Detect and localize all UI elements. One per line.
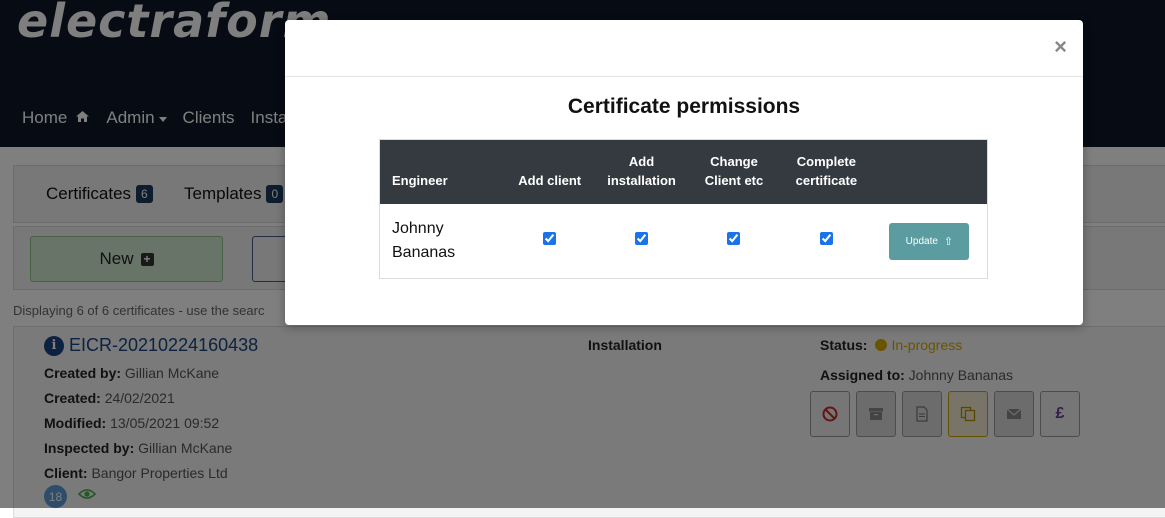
column-header-line: Client etc [704,173,764,188]
column-header-line: Change [710,154,758,169]
add-client-cell [503,204,596,279]
table-row: Johnny Bananas Update ⇧ [380,204,988,279]
column-header-line: Complete [796,154,856,169]
modal-title: Certificate permissions [567,95,801,118]
update-button-label: Update [905,235,938,247]
change-client-cell [687,204,781,279]
complete-certificate-checkbox[interactable] [819,232,833,245]
certificate-permissions-modal: × Certificate permissions Engineer Add c… [285,20,1083,325]
column-header-complete-certificate: Complete certificate [780,139,872,204]
add-installation-cell [596,204,687,279]
close-icon[interactable]: × [1054,36,1067,58]
column-header-line: installation [607,173,676,188]
permissions-table: Engineer Add client Add installation Cha… [379,139,988,279]
complete-certificate-cell [781,204,872,279]
column-header-engineer: Engineer [379,139,504,204]
engineer-last-name: Bananas [392,244,456,261]
change-client-checkbox[interactable] [727,232,741,245]
column-header-change-client: Change Client etc [687,139,781,204]
column-header-line: certificate [795,173,858,188]
engineer-first-name: Johnny [392,220,444,237]
engineer-name-cell: Johnny Bananas [380,204,504,279]
column-header-line: Add [628,154,655,169]
column-header-add-installation: Add installation [596,139,688,204]
column-header-add-client: Add client [503,139,597,204]
column-header-actions [871,139,988,204]
table-header-row: Engineer Add client Add installation Cha… [379,139,988,204]
add-client-checkbox[interactable] [543,232,557,245]
upload-arrow-icon: ⇧ [943,235,954,248]
update-cell: Update ⇧ [872,204,988,279]
update-button[interactable]: Update ⇧ [889,222,970,260]
add-installation-checkbox[interactable] [635,232,649,245]
modal-header: × [285,20,1083,77]
